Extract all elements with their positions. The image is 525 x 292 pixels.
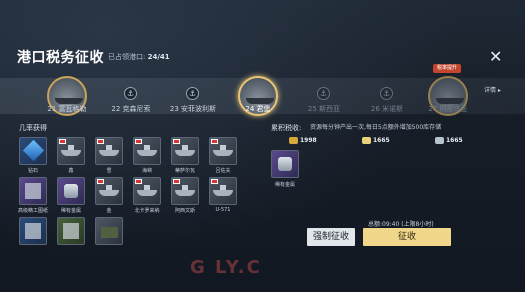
drop-item[interactable]: [95, 137, 123, 165]
drop-item[interactable]: [209, 137, 237, 165]
drop-item[interactable]: [133, 137, 161, 165]
port-node-label: 22 克森尼索: [111, 105, 151, 113]
drop-item-label: 雪: [106, 168, 112, 174]
resource-value: 1665: [446, 137, 463, 144]
port-node-label: 26 米诺斯: [370, 105, 404, 113]
watermark: G LY.C: [190, 257, 262, 278]
collect-button[interactable]: 征收: [363, 228, 451, 246]
drop-section-title: 几率获得: [19, 124, 47, 132]
tax-item-rare-metal[interactable]: [271, 150, 299, 178]
resource-icon: [435, 137, 444, 144]
tax-resource: 1665: [435, 137, 463, 144]
tax-item-label: 稀有金属: [274, 182, 295, 188]
drop-item-label: 鑫: [68, 168, 74, 174]
port-node-anchor-icon[interactable]: ⚓: [380, 87, 393, 100]
drop-item[interactable]: [95, 177, 123, 205]
page-title: 港口税务征收: [17, 50, 104, 66]
resource-icon: [289, 137, 298, 144]
drop-item-label: 海峡: [141, 168, 152, 174]
drop-item[interactable]: [133, 177, 161, 205]
close-icon[interactable]: ✕: [489, 47, 502, 66]
detail-link[interactable]: 详情 ▸: [484, 85, 501, 94]
force-collect-button[interactable]: 强制征收: [307, 228, 355, 246]
port-node-label: 27 阿尼乌亚: [428, 105, 468, 113]
drop-item[interactable]: [57, 217, 85, 245]
tax-section-title: 累积税收:: [271, 124, 302, 132]
port-node-anchor-icon[interactable]: ⚓: [124, 87, 137, 100]
drop-item-label: 吕佐夫: [215, 168, 231, 174]
drop-item-label: 蒂萨尔瓦: [174, 168, 195, 174]
tax-boost-badge: 税率提升: [433, 64, 461, 73]
port-node-label: 25 斯西亚: [307, 105, 341, 113]
occupied-ports: 已占领港口: 24/41: [108, 53, 170, 61]
drop-item-label: 高级精工图纸: [17, 208, 48, 214]
drop-item[interactable]: [95, 217, 123, 245]
drop-item-label: U-571: [215, 207, 231, 213]
drop-item[interactable]: [19, 137, 47, 165]
tax-timer: 总额:09:40 (上限8小时): [368, 221, 434, 228]
drop-item[interactable]: [19, 177, 47, 205]
drop-item-label: 阿西文斯: [174, 208, 195, 214]
tax-rate-text: 资源每分钟产出一次,每日5点额外增加500库存储: [310, 124, 442, 131]
port-node-label: 24 君堡: [245, 105, 271, 113]
drop-item-label: 钻石: [27, 168, 38, 174]
port-node-anchor-icon[interactable]: ⚓: [186, 87, 199, 100]
drop-item[interactable]: [57, 177, 85, 205]
port-node-anchor-icon[interactable]: ⚓: [317, 87, 330, 100]
resource-value: 1665: [373, 137, 390, 144]
resource-icon: [362, 137, 371, 144]
drop-item[interactable]: [19, 217, 47, 245]
tax-resource: 1665: [362, 137, 390, 144]
port-node-label: 23 安菲波利斯: [169, 105, 217, 113]
drop-item[interactable]: [171, 177, 199, 205]
drop-item[interactable]: [57, 137, 85, 165]
resource-value: 1998: [300, 137, 317, 144]
drop-item-label: 金: [106, 208, 112, 214]
drop-item-label: 稀有金属: [60, 208, 81, 214]
drop-item[interactable]: [171, 137, 199, 165]
drop-item-label: 北卡罗来纳: [134, 208, 160, 214]
tax-resource: 1998: [289, 137, 317, 144]
port-node-label: 21 富瓦格勒: [47, 105, 87, 113]
drop-item[interactable]: [209, 177, 237, 205]
